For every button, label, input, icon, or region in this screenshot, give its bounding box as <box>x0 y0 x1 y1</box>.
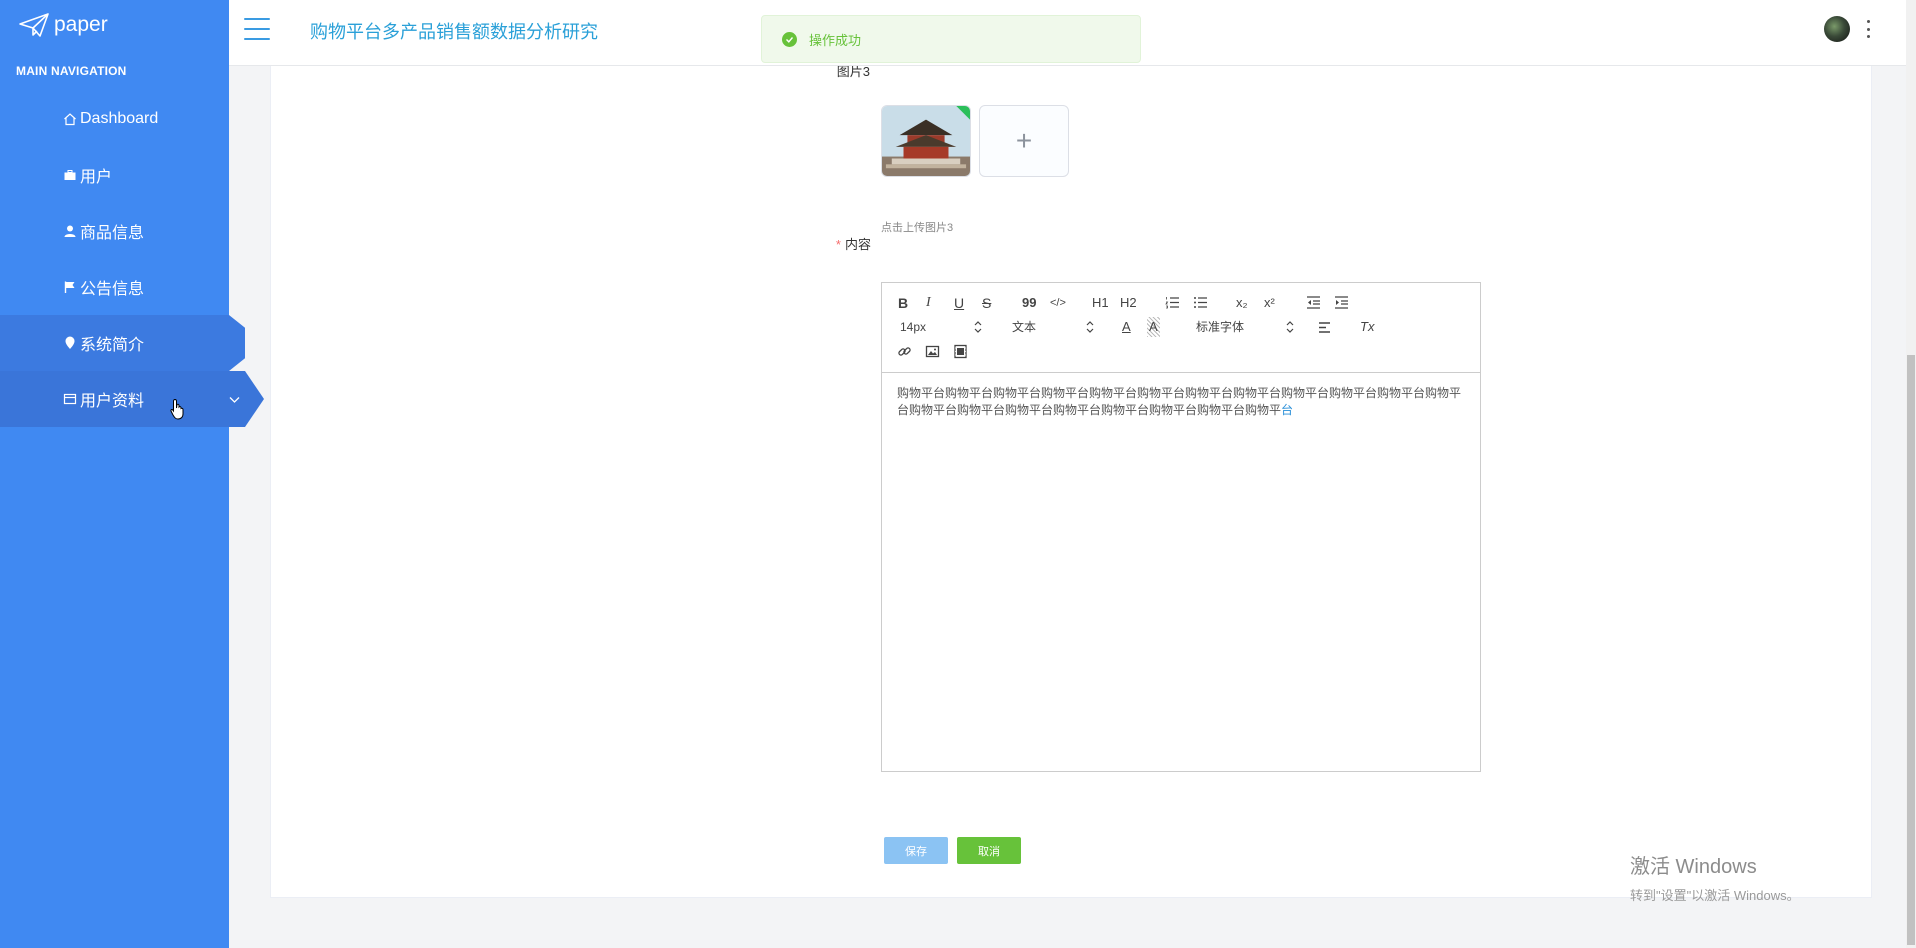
sidebar-item-label: 系统简介 <box>80 337 145 354</box>
chevron-down-icon[interactable] <box>228 393 241 406</box>
image-upload-button[interactable]: + <box>979 105 1069 177</box>
font-size-value: 14px <box>900 320 927 334</box>
text-color-button[interactable]: A <box>1122 317 1131 337</box>
success-toast: 操作成功 <box>761 15 1141 63</box>
home-icon <box>62 111 78 127</box>
sidebar-item-announcements[interactable]: 公告信息 <box>0 259 229 315</box>
content-label-text: 内容 <box>844 237 871 252</box>
avatar[interactable] <box>1824 16 1850 42</box>
header1-button[interactable]: H1 <box>1092 293 1109 313</box>
nav-heading: MAIN NAVIGATION <box>16 64 127 78</box>
sidebar: paper MAIN NAVIGATION Dashboard 用户 商品信息 <box>0 0 264 948</box>
plus-icon: + <box>1015 125 1033 156</box>
indent-icon[interactable] <box>1334 295 1349 310</box>
uploaded-image-thumbnail[interactable] <box>881 105 971 177</box>
outdent-icon[interactable] <box>1306 295 1321 310</box>
upload-hint: 点击上传图片3 <box>881 222 954 234</box>
sidebar-item-system-intro[interactable]: 系统简介 <box>0 315 245 371</box>
scrollbar-thumb[interactable] <box>1907 355 1915 945</box>
clear-format-button[interactable]: Tx <box>1360 317 1374 337</box>
rich-text-editor: B I U S 99 </> H1 H2 x₂ x² 14px 文本 A A 标… <box>881 282 1481 772</box>
font-size-select[interactable]: 14px <box>900 317 982 337</box>
select-arrows-icon <box>1286 321 1294 333</box>
select-arrows-icon <box>1086 321 1094 333</box>
sidebar-item-users[interactable]: 用户 <box>0 147 229 203</box>
menu-toggle-icon[interactable] <box>244 18 270 40</box>
map-pin-icon <box>62 335 78 351</box>
user-icon <box>62 223 78 239</box>
check-circle-icon <box>782 31 797 47</box>
save-button[interactable]: 保存 <box>884 837 948 864</box>
underline-button[interactable]: U <box>954 293 964 313</box>
editor-toolbar: B I U S 99 </> H1 H2 x₂ x² 14px 文本 A A 标… <box>882 283 1480 373</box>
sidebar-item-label: 用户资料 <box>80 393 145 410</box>
form-card: 图片3 + 点击上传图片3 * 内容 B I U S 99 </> H1 H2 … <box>270 40 1872 898</box>
link-icon[interactable] <box>897 344 912 359</box>
bold-button[interactable]: B <box>898 293 908 313</box>
more-vertical-icon[interactable] <box>1866 20 1870 38</box>
watermark-subtitle: 转到"设置"以激活 Windows。 <box>1630 888 1800 903</box>
main-navigation: Dashboard 用户 商品信息 公告信息 系统简介 用户资料 <box>0 91 264 427</box>
background-color-button[interactable]: A <box>1147 317 1160 337</box>
font-family-select[interactable]: 标准字体 <box>1196 317 1294 337</box>
required-mark: * <box>835 237 841 252</box>
editor-text: 购物平台购物平台购物平台购物平台购物平台购物平台购物平台购物平台购物平台购物平台… <box>897 386 1462 417</box>
video-icon[interactable] <box>953 344 968 359</box>
sidebar-item-label: 公告信息 <box>80 281 145 298</box>
sidebar-item-label: Dashboard <box>80 110 159 127</box>
sidebar-item-products[interactable]: 商品信息 <box>0 203 229 259</box>
card-icon <box>62 391 78 407</box>
strike-button[interactable]: S <box>982 293 991 313</box>
sidebar-item-user-profile[interactable]: 用户资料 <box>0 371 264 427</box>
header2-button[interactable]: H2 <box>1120 293 1137 313</box>
briefcase-icon <box>62 167 78 183</box>
blockquote-button[interactable]: 99 <box>1022 293 1036 313</box>
hand-cursor-icon <box>170 398 184 420</box>
header-value: 文本 <box>1012 320 1037 334</box>
sidebar-item-label: 用户 <box>80 169 113 186</box>
editor-text-tail: 台 <box>1281 403 1294 417</box>
editor-content-area[interactable]: 购物平台购物平台购物平台购物平台购物平台购物平台购物平台购物平台购物平台购物平台… <box>882 373 1480 431</box>
code-block-button[interactable]: </> <box>1050 293 1066 313</box>
select-arrows-icon <box>974 321 982 333</box>
font-family-value: 标准字体 <box>1196 320 1245 334</box>
italic-button[interactable]: I <box>926 293 931 313</box>
sidebar-item-label: 商品信息 <box>80 225 145 242</box>
paper-plane-icon <box>19 13 49 37</box>
subscript-button[interactable]: x₂ <box>1236 293 1248 313</box>
ordered-list-icon[interactable] <box>1165 295 1180 310</box>
bullet-list-icon[interactable] <box>1193 295 1208 310</box>
windows-activation-watermark: 激活 Windows 转到"设置"以激活 Windows。 <box>1630 850 1800 904</box>
image-icon[interactable] <box>925 344 940 359</box>
app-title: 购物平台多产品销售额数据分析研究 <box>310 22 598 42</box>
logo[interactable]: paper <box>18 10 108 40</box>
logo-text: paper <box>54 13 108 36</box>
header-select[interactable]: 文本 <box>1012 317 1094 337</box>
superscript-button[interactable]: x² <box>1264 293 1275 313</box>
sidebar-item-dashboard[interactable]: Dashboard <box>0 91 229 147</box>
page-scrollbar[interactable] <box>1906 0 1916 948</box>
flag-icon <box>62 279 78 295</box>
watermark-title: 激活 Windows <box>1630 856 1757 878</box>
cancel-button[interactable]: 取消 <box>957 837 1021 864</box>
content-label: * 内容 <box>821 234 871 253</box>
toast-message: 操作成功 <box>809 32 862 48</box>
align-left-icon[interactable] <box>1318 320 1333 335</box>
